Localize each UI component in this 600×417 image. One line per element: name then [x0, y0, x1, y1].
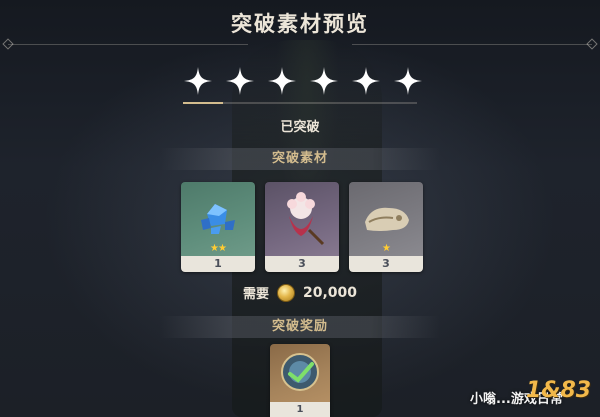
material-count: 3	[349, 256, 423, 272]
title-divider-right	[352, 44, 592, 45]
ascension-progress-bar	[183, 102, 417, 104]
material-item-flower[interactable]: 3	[265, 182, 339, 272]
flower-icon	[287, 192, 325, 246]
materials-list: ★★ 1 3 ★ 3	[181, 182, 423, 272]
material-item-gemstone[interactable]: ★★ 1	[181, 182, 255, 272]
reward-art	[270, 344, 330, 402]
watermark-logo: 1&83	[526, 378, 592, 403]
page-title: 突破素材预览	[231, 12, 369, 36]
ascension-status: 已突破	[280, 120, 320, 135]
star-icon	[226, 67, 254, 95]
material-count: 3	[265, 256, 339, 272]
star-icon	[310, 67, 338, 95]
cost-amount: 20,000	[302, 284, 358, 301]
ascension-progress-fill	[183, 102, 223, 104]
rarity-stars: ★	[382, 243, 391, 254]
star-icon	[352, 67, 380, 95]
rarity-stars: ★★	[210, 243, 227, 254]
title-divider-left	[8, 44, 248, 45]
mora-coin-icon	[276, 283, 295, 302]
ascension-stars	[183, 66, 423, 96]
material-art	[265, 182, 339, 256]
star-icon	[184, 67, 212, 95]
acquaint-fate-icon	[281, 353, 319, 391]
star-icon	[394, 67, 422, 95]
cost-label: 需要	[242, 287, 269, 302]
rewards-section-header: 突破奖励	[160, 316, 440, 338]
reward-count: 1	[270, 402, 330, 417]
materials-section-header: 突破素材	[160, 148, 440, 170]
material-item-bone[interactable]: ★ 3	[349, 182, 423, 272]
watermark: 小嗡...游戏日常 1&83	[446, 378, 600, 417]
ascension-cost: 需要 20,000	[0, 283, 600, 302]
star-icon	[268, 67, 296, 95]
material-count: 1	[181, 256, 255, 272]
reward-item[interactable]: 1	[270, 344, 330, 417]
